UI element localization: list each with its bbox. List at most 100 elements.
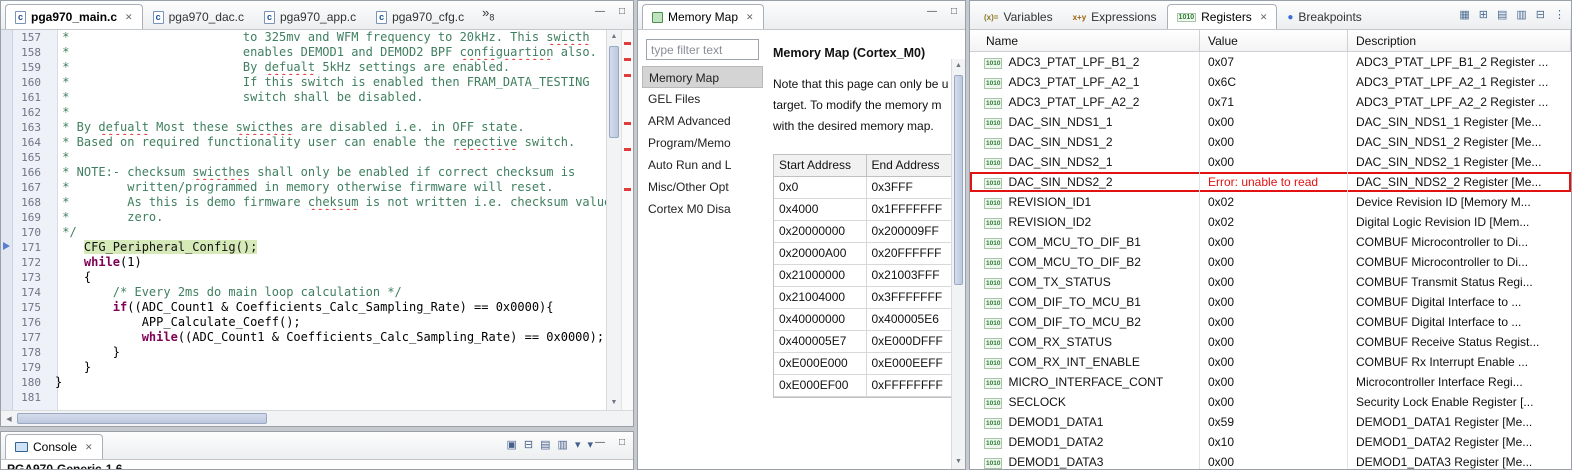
line-number[interactable]: 175 xyxy=(13,300,49,315)
minimize-icon[interactable]: — xyxy=(593,6,607,17)
line-number[interactable]: 170 xyxy=(13,225,49,240)
memory-map-tab[interactable]: Memory Map ✕ xyxy=(642,4,764,29)
error-marker-tick[interactable] xyxy=(624,122,631,125)
scroll-up-icon[interactable]: ▲ xyxy=(607,30,621,44)
code-line[interactable]: 165 * xyxy=(13,150,606,165)
view-tab-expressions[interactable]: x+yExpressions xyxy=(1063,4,1167,29)
number-format-icon[interactable]: ⊞ xyxy=(1479,8,1488,22)
line-number[interactable]: 173 xyxy=(13,270,49,285)
line-number[interactable]: 166 xyxy=(13,165,49,180)
display-selected-console-icon[interactable]: ▥ xyxy=(558,438,568,452)
console-dropdown-icon[interactable]: ▾ xyxy=(575,438,581,452)
register-row-ADC3_PTAT_LPF_A2_2[interactable]: 1010ADC3_PTAT_LPF_A2_20x71ADC3_PTAT_LPF_… xyxy=(970,92,1571,112)
export-registers-icon[interactable]: ▤ xyxy=(1497,8,1507,22)
vertical-scrollbar-thumb[interactable] xyxy=(609,46,619,138)
line-number[interactable]: 161 xyxy=(13,90,49,105)
memmap-row[interactable]: 0x400000000x400005E6 xyxy=(774,309,951,331)
minimize-icon[interactable]: — xyxy=(925,6,939,17)
register-row-COM_MCU_TO_DIF_B2[interactable]: 1010COM_MCU_TO_DIF_B20x00COMBUF Microcon… xyxy=(970,252,1571,272)
code-line[interactable]: 164 * Based on required functionality us… xyxy=(13,135,606,150)
error-marker-tick[interactable] xyxy=(624,42,631,45)
code-line[interactable]: 174 /* Every 2ms do main loop calculatio… xyxy=(13,285,606,300)
code-line[interactable]: 163 * By defualt Most these swicthes are… xyxy=(13,120,606,135)
editor-tab-pga970_dac.c[interactable]: cpga970_dac.c xyxy=(143,4,254,29)
code-line[interactable]: 171 CFG_Peripheral_Config(); xyxy=(13,240,606,255)
maximize-icon[interactable]: □ xyxy=(615,437,629,448)
line-number[interactable]: 159 xyxy=(13,60,49,75)
clear-console-icon[interactable]: ▤ xyxy=(540,438,550,452)
memmap-category-auto-run-and-l[interactable]: Auto Run and L xyxy=(642,154,763,176)
memmap-row[interactable]: 0xE000E0000xE000EEFF xyxy=(774,353,951,375)
code-line[interactable]: 172 while(1) xyxy=(13,255,606,270)
memmap-row[interactable]: 0x00x3FFF xyxy=(774,177,951,199)
scroll-up-icon[interactable]: ▲ xyxy=(952,59,965,73)
line-number[interactable]: 160 xyxy=(13,75,49,90)
register-row-DEMOD1_DATA3[interactable]: 1010DEMOD1_DATA30x00DEMOD1_DATA3 Registe… xyxy=(970,452,1571,469)
line-number[interactable]: 163 xyxy=(13,120,49,135)
register-row-COM_TX_STATUS[interactable]: 1010COM_TX_STATUS0x00COMBUF Transmit Sta… xyxy=(970,272,1571,292)
line-number[interactable]: 157 xyxy=(13,30,49,45)
code-line[interactable]: 167 * written/programmed in memory other… xyxy=(13,180,606,195)
code-line[interactable]: 159 * By defualt 5kHz settings are enabl… xyxy=(13,60,606,75)
code-line[interactable]: 180} xyxy=(13,375,606,390)
line-number[interactable]: 169 xyxy=(13,210,49,225)
memmap-row[interactable]: 0x200000000x200009FF xyxy=(774,221,951,243)
line-number[interactable]: 181 xyxy=(13,390,49,405)
layout-icon[interactable]: ▦ xyxy=(1459,8,1469,22)
close-memory-map-icon[interactable]: ✕ xyxy=(746,12,754,23)
view-tab-breakpoints[interactable]: ●Breakpoints xyxy=(1277,4,1371,29)
register-row-SECLOCK[interactable]: 1010SECLOCK0x00Security Lock Enable Regi… xyxy=(970,392,1571,412)
code-line[interactable]: 178 } xyxy=(13,345,606,360)
memmap-category-misc-other-opt[interactable]: Misc/Other Opt xyxy=(642,176,763,198)
register-row-DAC_SIN_NDS2_2[interactable]: 1010DAC_SIN_NDS2_2Error: unable to readD… xyxy=(970,172,1571,192)
code-line[interactable]: 175 if((ADC_Count1 & Coefficients_Calc_S… xyxy=(13,300,606,315)
minimize-icon[interactable]: — xyxy=(593,437,607,448)
register-row-COM_RX_INT_ENABLE[interactable]: 1010COM_RX_INT_ENABLE0x00COMBUF Rx Inter… xyxy=(970,352,1571,372)
line-number[interactable]: 179 xyxy=(13,360,49,375)
register-row-DAC_SIN_NDS2_1[interactable]: 1010DAC_SIN_NDS2_10x00DAC_SIN_NDS2_1 Reg… xyxy=(970,152,1571,172)
register-row-DEMOD1_DATA2[interactable]: 1010DEMOD1_DATA20x10DEMOD1_DATA2 Registe… xyxy=(970,432,1571,452)
remove-console-icon[interactable]: ⊟ xyxy=(524,438,533,452)
register-row-ADC3_PTAT_LPF_A2_1[interactable]: 1010ADC3_PTAT_LPF_A2_10x6CADC3_PTAT_LPF_… xyxy=(970,72,1571,92)
scroll-left-icon[interactable]: ◀ xyxy=(1,415,17,423)
column-header-value[interactable]: Value xyxy=(1200,30,1348,51)
register-row-COM_MCU_TO_DIF_B1[interactable]: 1010COM_MCU_TO_DIF_B10x00COMBUF Microcon… xyxy=(970,232,1571,252)
editor-tab-pga970_main.c[interactable]: cpga970_main.c✕ xyxy=(5,4,143,29)
register-row-DEMOD1_DATA1[interactable]: 1010DEMOD1_DATA10x59DEMOD1_DATA1 Registe… xyxy=(970,412,1571,432)
scroll-down-icon[interactable]: ▼ xyxy=(952,455,965,469)
register-row-COM_DIF_TO_MCU_B2[interactable]: 1010COM_DIF_TO_MCU_B20x00COMBUF Digital … xyxy=(970,312,1571,332)
code-lines[interactable]: 157 * to 325mv and WFM frequency to 20kH… xyxy=(13,30,606,410)
register-row-COM_RX_STATUS[interactable]: 1010COM_RX_STATUS0x00COMBUF Receive Stat… xyxy=(970,332,1571,352)
console-tab[interactable]: Console ✕ xyxy=(5,434,103,459)
line-number[interactable]: 164 xyxy=(13,135,49,150)
code-line[interactable]: 160 * If this switch is enabled then FRA… xyxy=(13,75,606,90)
collapse-all-icon[interactable]: ⊟ xyxy=(1536,8,1545,22)
close-tab-icon[interactable]: ✕ xyxy=(125,12,133,23)
memory-map-scrollbar[interactable]: ▲ ▼ xyxy=(951,59,965,469)
code-line[interactable]: 181 xyxy=(13,390,606,405)
register-row-ADC3_PTAT_LPF_B1_2[interactable]: 1010ADC3_PTAT_LPF_B1_20x07ADC3_PTAT_LPF_… xyxy=(970,52,1571,72)
maximize-icon[interactable]: □ xyxy=(947,6,961,17)
memmap-row[interactable]: 0x210000000x21003FFF xyxy=(774,265,951,287)
view-tab-variables[interactable]: (x)=Variables xyxy=(974,4,1063,29)
error-marker-tick[interactable] xyxy=(624,148,631,151)
code-line[interactable]: 161 * switch shall be disabled. xyxy=(13,90,606,105)
line-number[interactable]: 174 xyxy=(13,285,49,300)
line-number[interactable]: 165 xyxy=(13,150,49,165)
overview-ruler[interactable] xyxy=(621,30,633,410)
view-tab-registers[interactable]: 1010Registers✕ xyxy=(1167,4,1278,29)
editor-horizontal-scrollbar[interactable]: ◀ xyxy=(1,410,633,426)
view-menu-icon[interactable]: ⋮ xyxy=(1554,8,1565,22)
code-line[interactable]: 157 * to 325mv and WFM frequency to 20kH… xyxy=(13,30,606,45)
memmap-row[interactable]: 0x400005E70xE000DFFF xyxy=(774,331,951,353)
register-row-DAC_SIN_NDS1_2[interactable]: 1010DAC_SIN_NDS1_20x00DAC_SIN_NDS1_2 Reg… xyxy=(970,132,1571,152)
close-tab-icon[interactable]: ✕ xyxy=(1260,12,1268,23)
line-number[interactable]: 158 xyxy=(13,45,49,60)
line-number[interactable]: 177 xyxy=(13,330,49,345)
memmap-category-arm-advanced[interactable]: ARM Advanced xyxy=(642,110,763,132)
filter-input[interactable] xyxy=(646,39,759,60)
code-line[interactable]: 158 * enables DEMOD1 and DEMOD2 BPF conf… xyxy=(13,45,606,60)
register-row-DAC_SIN_NDS1_1[interactable]: 1010DAC_SIN_NDS1_10x00DAC_SIN_NDS1_1 Reg… xyxy=(970,112,1571,132)
code-line[interactable]: 176 APP_Calculate_Coeff(); xyxy=(13,315,606,330)
line-number[interactable]: 172 xyxy=(13,255,49,270)
